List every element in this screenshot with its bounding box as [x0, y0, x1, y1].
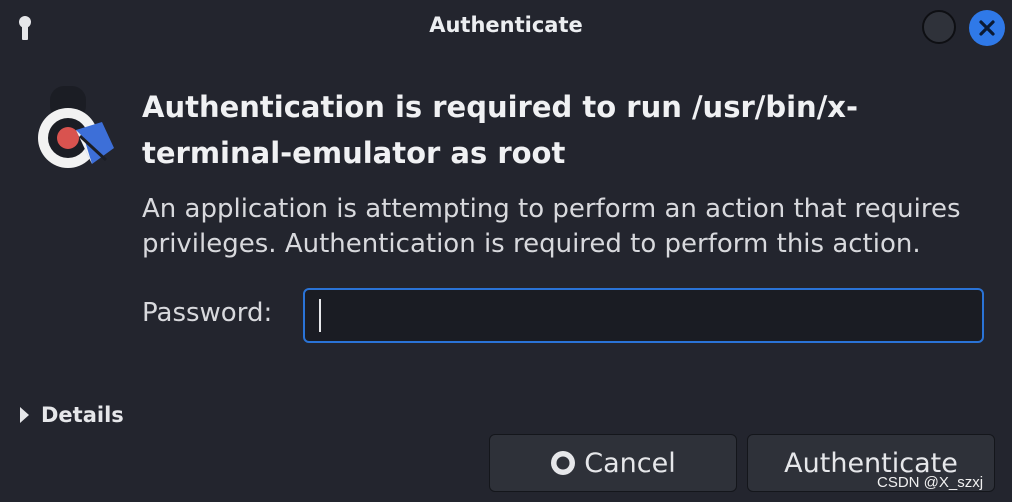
password-label: Password:: [142, 298, 273, 328]
kali-terminal-auth-icon: [38, 86, 114, 168]
password-input[interactable]: [303, 288, 984, 343]
expand-arrow-icon: [20, 407, 29, 423]
auth-heading: Authentication is required to run /usr/b…: [142, 90, 859, 170]
minimize-button[interactable]: [922, 10, 956, 44]
window-title: Authenticate: [429, 13, 583, 37]
cancel-circle-icon: [551, 451, 576, 475]
cancel-label: Cancel: [584, 447, 676, 479]
details-expander[interactable]: Details: [20, 402, 124, 428]
close-icon: [979, 20, 995, 36]
watermark: CSDN @X_szxj: [877, 474, 984, 491]
auth-description: An application is attempting to perform …: [142, 194, 961, 259]
text-caret: [319, 299, 321, 332]
details-label: Details: [41, 403, 124, 427]
cancel-button[interactable]: Cancel: [489, 434, 737, 492]
title-bar: Authenticate: [0, 0, 1012, 56]
close-button[interactable]: [969, 10, 1005, 46]
